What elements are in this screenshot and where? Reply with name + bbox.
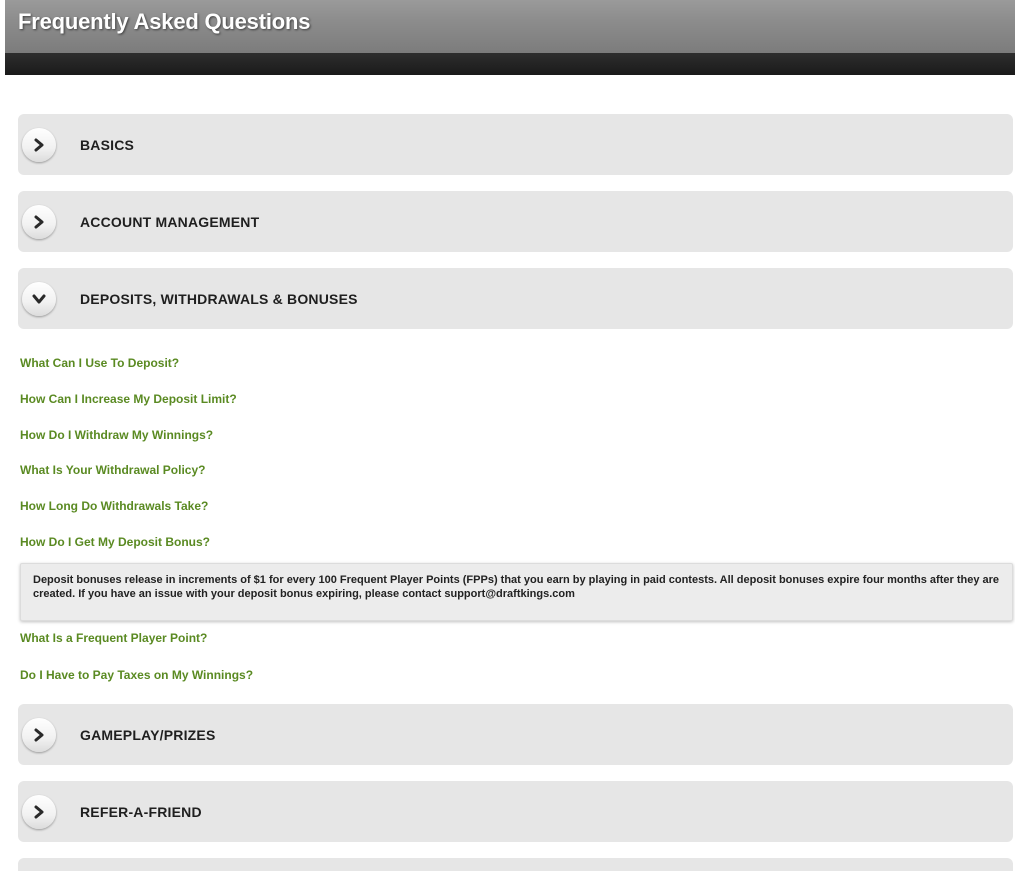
chevron-right-icon[interactable]	[22, 128, 56, 162]
faq-question-link[interactable]: How Do I Withdraw My Winnings?	[20, 428, 213, 442]
section-title: DEPOSITS, WITHDRAWALS & BONUSES	[80, 291, 358, 307]
chevron-down-icon[interactable]	[22, 282, 56, 316]
faq-section-basics[interactable]: BASICS	[18, 114, 1013, 175]
faq-section-refer-a-friend[interactable]: REFER-A-FRIEND	[18, 781, 1013, 842]
section-title: REFER-A-FRIEND	[80, 804, 202, 820]
chevron-right-icon[interactable]	[22, 205, 56, 239]
chevron-right-icon[interactable]	[22, 718, 56, 752]
faq-answer-panel: Deposit bonuses release in increments of…	[20, 563, 1013, 621]
faq-question-link[interactable]: What Is Your Withdrawal Policy?	[20, 463, 205, 477]
section-title: GAMEPLAY/PRIZES	[80, 727, 216, 743]
faq-question-link[interactable]: How Do I Get My Deposit Bonus?	[20, 535, 210, 549]
faq-section-gameplay-prizes[interactable]: GAMEPLAY/PRIZES	[18, 704, 1013, 765]
chevron-right-icon[interactable]	[22, 795, 56, 829]
faq-section-account-management[interactable]: ACCOUNT MANAGEMENT	[18, 191, 1013, 252]
faq-question-link[interactable]: What Can I Use To Deposit?	[20, 356, 179, 370]
section-title: BASICS	[80, 137, 135, 153]
faq-question-link[interactable]: What Is a Frequent Player Point?	[20, 631, 207, 645]
faq-section-partial[interactable]	[18, 858, 1013, 871]
section-title: ACCOUNT MANAGEMENT	[80, 214, 260, 230]
faq-answer-text: Deposit bonuses release in increments of…	[33, 574, 1000, 600]
faq-question-link[interactable]: Do I Have to Pay Taxes on My Winnings?	[20, 668, 253, 682]
page-title: Frequently Asked Questions	[18, 9, 311, 34]
header-bar	[5, 53, 1015, 75]
faq-section-deposits-withdrawals-bonuses[interactable]: DEPOSITS, WITHDRAWALS & BONUSES	[18, 268, 1013, 329]
faq-question-link[interactable]: How Can I Increase My Deposit Limit?	[20, 392, 237, 406]
faq-question-link[interactable]: How Long Do Withdrawals Take?	[20, 499, 208, 513]
